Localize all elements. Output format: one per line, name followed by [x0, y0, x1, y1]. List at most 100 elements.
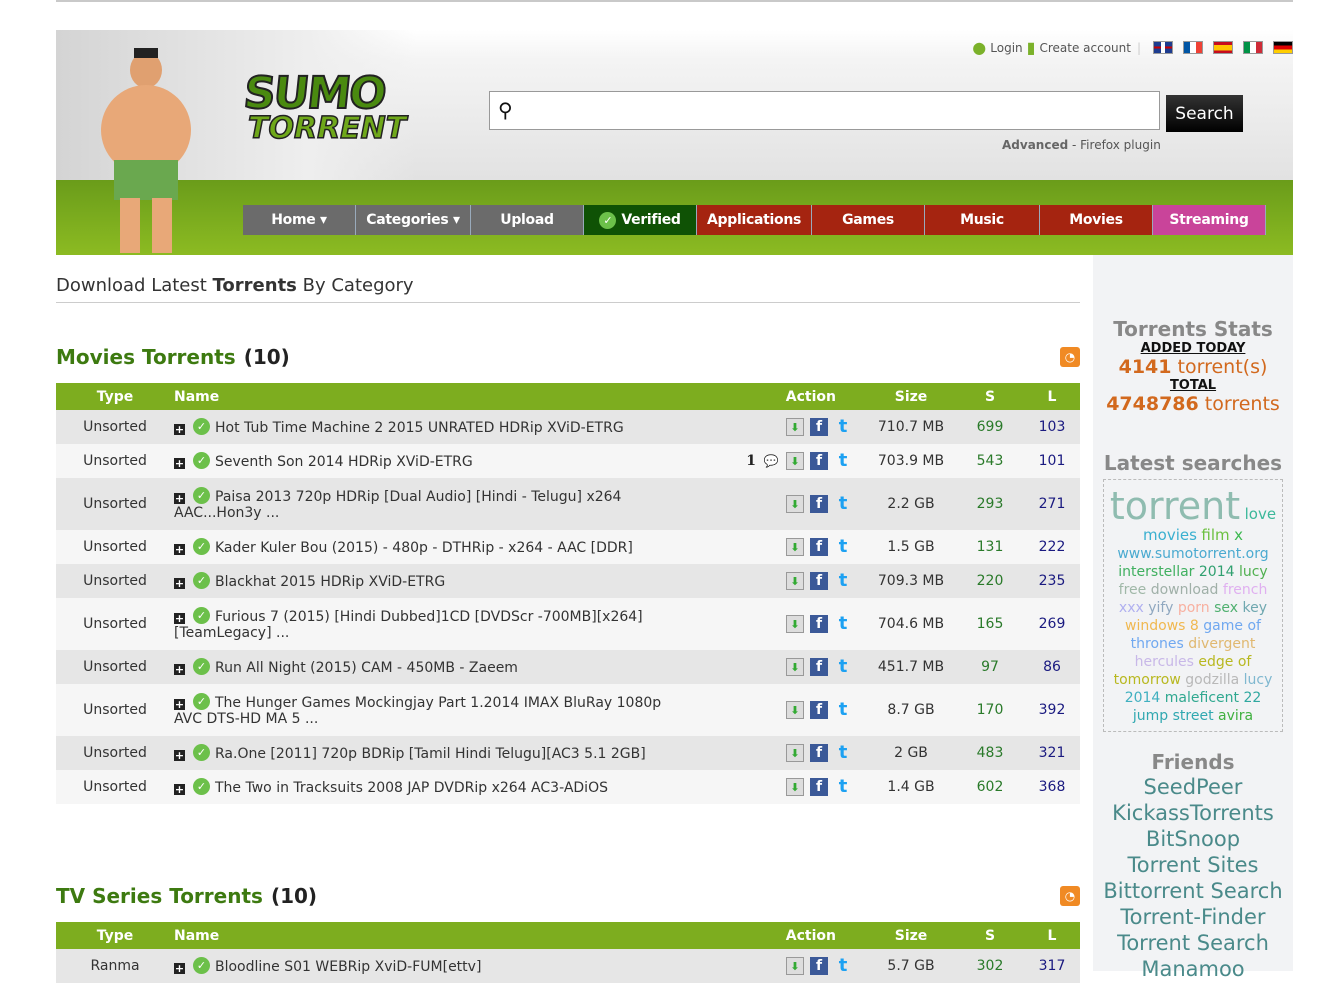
search-tag[interactable]: maleficent: [1165, 690, 1239, 706]
search-tag[interactable]: interstellar: [1118, 564, 1194, 580]
search-tag[interactable]: 2014: [1125, 690, 1161, 706]
search-tag[interactable]: thrones: [1131, 636, 1184, 652]
download-icon[interactable]: ⬇: [786, 538, 804, 556]
search-tag[interactable]: key: [1243, 600, 1268, 616]
torrent-link[interactable]: The Hunger Games Mockingjay Part 1.2014 …: [174, 695, 661, 727]
torrent-link[interactable]: Ra.One [2011] 720p BDRip [Tamil Hindi Te…: [215, 746, 646, 762]
torrent-type[interactable]: Unsorted: [56, 770, 174, 804]
download-icon[interactable]: ⬇: [786, 615, 804, 633]
search-tag[interactable]: 8: [1190, 618, 1199, 634]
facebook-icon[interactable]: f: [810, 572, 828, 590]
expand-icon[interactable]: +: [174, 578, 185, 589]
twitter-icon[interactable]: t: [834, 452, 852, 470]
torrent-type[interactable]: Unsorted: [56, 444, 174, 478]
search-tag[interactable]: movies: [1143, 526, 1197, 544]
twitter-icon[interactable]: t: [834, 615, 852, 633]
search-tag[interactable]: jump: [1133, 708, 1168, 724]
download-icon[interactable]: ⬇: [786, 658, 804, 676]
twitter-icon[interactable]: t: [834, 572, 852, 590]
create-account-link[interactable]: Create account: [1039, 41, 1131, 55]
search-tag[interactable]: french: [1223, 582, 1267, 598]
search-tag[interactable]: free: [1119, 582, 1147, 598]
facebook-icon[interactable]: f: [810, 418, 828, 436]
friend-link[interactable]: KickassTorrents: [1093, 800, 1293, 826]
flag-fr-icon[interactable]: [1183, 41, 1203, 54]
twitter-icon[interactable]: t: [834, 701, 852, 719]
torrent-link[interactable]: Kader Kuler Bou (2015) - 480p - DTHRip -…: [215, 540, 633, 556]
section-title[interactable]: Movies Torrents (10): [56, 345, 290, 369]
friend-link[interactable]: BitSnoop: [1093, 826, 1293, 852]
nav-item-categories[interactable]: Categories ▾: [356, 205, 471, 235]
friend-link[interactable]: SeedPeer: [1093, 774, 1293, 800]
facebook-icon[interactable]: f: [810, 744, 828, 762]
expand-icon[interactable]: +: [174, 664, 185, 675]
torrent-type[interactable]: Unsorted: [56, 564, 174, 598]
facebook-icon[interactable]: f: [810, 615, 828, 633]
twitter-icon[interactable]: t: [834, 957, 852, 975]
friend-link[interactable]: Torrent Sites: [1093, 852, 1293, 878]
search-tag[interactable]: love: [1245, 505, 1276, 523]
friend-link[interactable]: Manamoo: [1093, 956, 1293, 982]
nav-item-applications[interactable]: Applications: [697, 205, 812, 235]
search-tag[interactable]: xxx: [1119, 600, 1144, 616]
download-icon[interactable]: ⬇: [786, 418, 804, 436]
twitter-icon[interactable]: t: [834, 778, 852, 796]
search-tag[interactable]: download: [1151, 582, 1219, 598]
search-tag[interactable]: hercules: [1135, 654, 1194, 670]
twitter-icon[interactable]: t: [834, 495, 852, 513]
friend-link[interactable]: Torrent-Finder: [1093, 904, 1293, 930]
facebook-icon[interactable]: f: [810, 957, 828, 975]
search-tag[interactable]: windows: [1125, 618, 1185, 634]
search-tag[interactable]: game: [1203, 618, 1243, 634]
nav-item-games[interactable]: Games: [812, 205, 925, 235]
search-tag[interactable]: lucy: [1239, 564, 1268, 580]
torrent-link[interactable]: Hot Tub Time Machine 2 2015 UNRATED HDRi…: [215, 420, 624, 436]
torrent-link[interactable]: Paisa 2013 720p HDRip [Dual Audio] [Hind…: [174, 489, 621, 521]
torrent-link[interactable]: Run All Night (2015) CAM - 450MB - Zaeem: [215, 660, 518, 676]
twitter-icon[interactable]: t: [834, 744, 852, 762]
expand-icon[interactable]: +: [174, 493, 185, 504]
search-tag[interactable]: film: [1201, 526, 1229, 544]
twitter-icon[interactable]: t: [834, 418, 852, 436]
torrent-type[interactable]: Unsorted: [56, 478, 174, 530]
friend-link[interactable]: Bittorrent Search: [1093, 878, 1293, 904]
search-tag[interactable]: 22: [1243, 690, 1261, 706]
download-icon[interactable]: ⬇: [786, 957, 804, 975]
facebook-icon[interactable]: f: [810, 538, 828, 556]
rss-icon[interactable]: ◔: [1060, 347, 1080, 367]
advanced-link[interactable]: Advanced: [1002, 138, 1068, 152]
comment-icon[interactable]: 💬: [762, 452, 780, 470]
facebook-icon[interactable]: f: [810, 495, 828, 513]
download-icon[interactable]: ⬇: [786, 744, 804, 762]
search-tag[interactable]: x: [1234, 526, 1243, 544]
rss-icon[interactable]: ◔: [1060, 886, 1080, 906]
torrent-link[interactable]: Seventh Son 2014 HDRip XViD-ETRG: [215, 454, 473, 470]
nav-item-streaming[interactable]: Streaming: [1153, 205, 1266, 235]
flag-it-icon[interactable]: [1243, 41, 1263, 54]
flag-en-icon[interactable]: [1153, 41, 1173, 54]
torrent-type[interactable]: Unsorted: [56, 684, 174, 736]
search-tag[interactable]: torrent: [1110, 484, 1240, 528]
nav-item-verified[interactable]: ✓ Verified: [584, 205, 697, 235]
firefox-plugin-link[interactable]: Firefox plugin: [1080, 138, 1161, 152]
section-title[interactable]: TV Series Torrents (10): [56, 884, 317, 908]
expand-icon[interactable]: +: [174, 750, 185, 761]
torrent-type[interactable]: Unsorted: [56, 598, 174, 650]
nav-item-home[interactable]: Home ▾: [243, 205, 356, 235]
facebook-icon[interactable]: f: [810, 658, 828, 676]
torrent-link[interactable]: Furious 7 (2015) [Hindi Dubbed]1CD [DVDS…: [174, 609, 643, 641]
search-tag[interactable]: divergent: [1188, 636, 1255, 652]
search-tag[interactable]: yify: [1148, 600, 1173, 616]
site-logo[interactable]: SUMO TORRENT: [240, 67, 409, 158]
expand-icon[interactable]: +: [174, 699, 185, 710]
search-tag[interactable]: edge: [1198, 654, 1233, 670]
friend-link[interactable]: Torrent Search: [1093, 930, 1293, 956]
facebook-icon[interactable]: f: [810, 452, 828, 470]
search-button[interactable]: Search: [1166, 95, 1243, 132]
search-tag[interactable]: www.sumotorrent.org: [1117, 546, 1268, 562]
nav-item-music[interactable]: Music: [925, 205, 1040, 235]
download-icon[interactable]: ⬇: [786, 778, 804, 796]
expand-icon[interactable]: +: [174, 963, 185, 974]
search-tag[interactable]: tomorrow: [1114, 672, 1181, 688]
search-tag[interactable]: street: [1173, 708, 1214, 724]
